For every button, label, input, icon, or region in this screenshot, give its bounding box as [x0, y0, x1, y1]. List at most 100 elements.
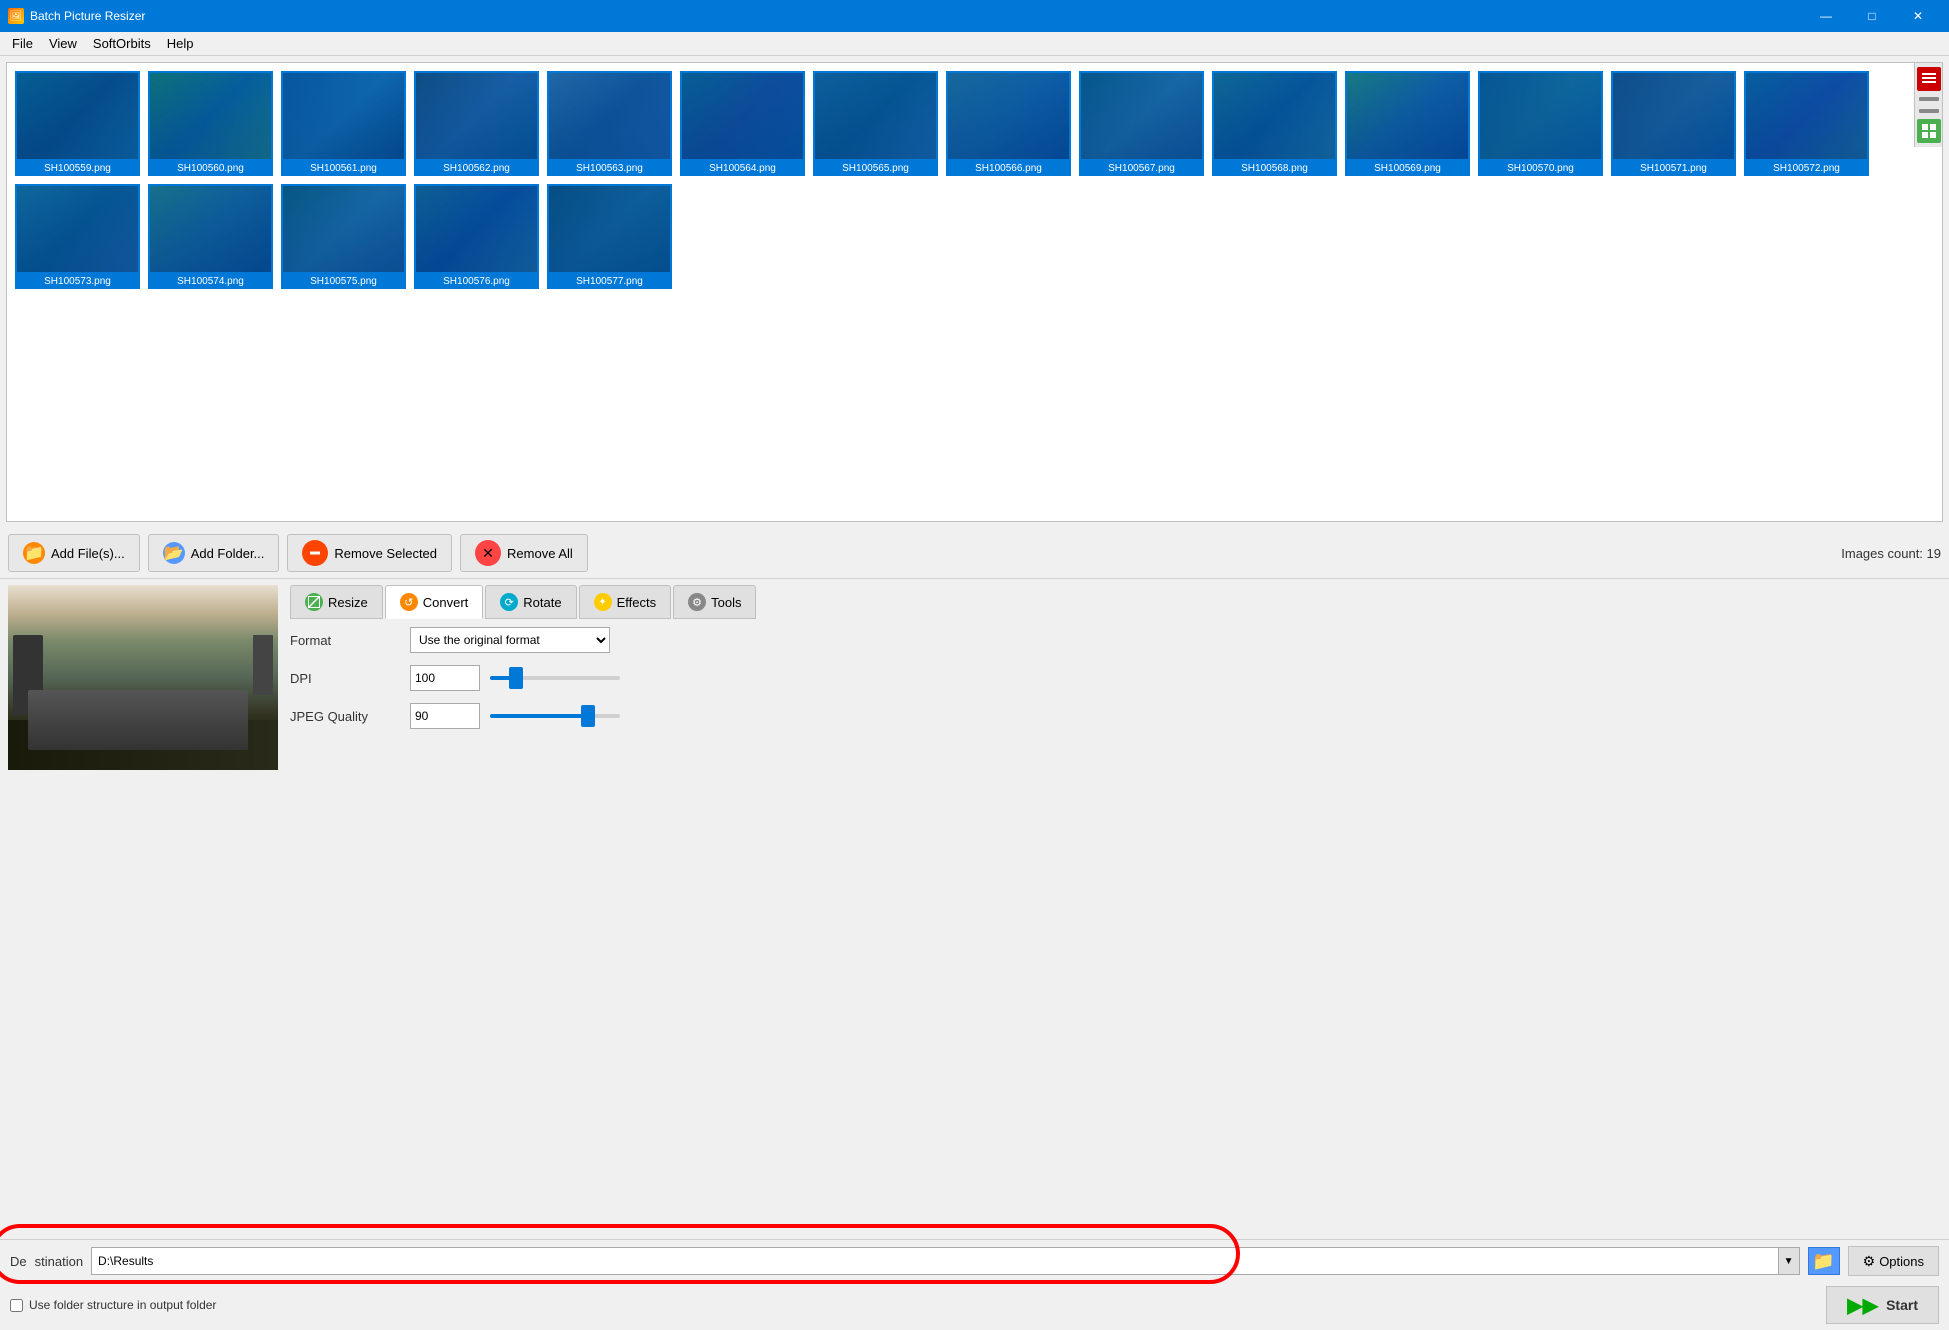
- list-item[interactable]: SH100561.png: [281, 71, 406, 176]
- thumbnail-label: SH100564.png: [680, 161, 805, 176]
- dpi-slider[interactable]: [490, 676, 620, 680]
- list-item[interactable]: SH100574.png: [148, 184, 273, 289]
- options-button[interactable]: ⚙ Options: [1848, 1246, 1939, 1276]
- start-button[interactable]: ▶▶ Start: [1826, 1286, 1939, 1324]
- list-item[interactable]: SH100565.png: [813, 71, 938, 176]
- sidebar-grid-view[interactable]: [1917, 119, 1941, 143]
- start-icon: ▶▶: [1847, 1293, 1878, 1318]
- format-select[interactable]: Use the original format JPEG PNG BMP TIF…: [410, 627, 610, 653]
- title-bar-left: 🖼 Batch Picture Resizer: [8, 8, 145, 24]
- app-icon: 🖼: [8, 8, 24, 24]
- image-grid: SH100559.png SH100560.png SH100561.png S…: [7, 63, 1942, 297]
- tab-tools[interactable]: ⚙ Tools: [673, 585, 756, 619]
- sidebar-list-view-2[interactable]: [1919, 97, 1939, 101]
- thumbnail-label: SH100567.png: [1079, 161, 1204, 176]
- jpeg-slider-fill: [490, 714, 588, 718]
- effects-icon: ✦: [594, 593, 612, 611]
- destination-dropdown-btn[interactable]: ▼: [1778, 1247, 1800, 1275]
- list-item[interactable]: SH100566.png: [946, 71, 1071, 176]
- dpi-input[interactable]: [410, 665, 480, 691]
- list-item[interactable]: SH100568.png: [1212, 71, 1337, 176]
- maximize-button[interactable]: □: [1849, 0, 1895, 32]
- destination-label: De: [10, 1254, 27, 1269]
- jpeg-slider[interactable]: [490, 714, 620, 718]
- thumbnail-label: SH100576.png: [414, 274, 539, 289]
- add-folder-button[interactable]: 📂 Add Folder...: [148, 534, 280, 572]
- menu-file[interactable]: File: [4, 34, 41, 53]
- tab-bar: Resize ↺ Convert ⟳ Rotate ✦: [290, 585, 1941, 619]
- minimize-button[interactable]: —: [1803, 0, 1849, 32]
- list-item[interactable]: SH100572.png: [1744, 71, 1869, 176]
- add-folder-label: Add Folder...: [191, 546, 265, 561]
- tab-resize[interactable]: Resize: [290, 585, 383, 619]
- convert-icon: ↺: [400, 593, 418, 611]
- images-count: Images count: 19: [1841, 546, 1941, 561]
- menu-view[interactable]: View: [41, 34, 85, 53]
- close-button[interactable]: ✕: [1895, 0, 1941, 32]
- options-label: Options: [1879, 1254, 1924, 1269]
- sidebar-list-view[interactable]: [1917, 67, 1941, 91]
- jpeg-slider-thumb[interactable]: [581, 705, 595, 727]
- jpeg-quality-label: JPEG Quality: [290, 709, 400, 724]
- toolbar: 📁 Add File(s)... 📂 Add Folder... Remove …: [0, 528, 1949, 579]
- remove-all-label: Remove All: [507, 546, 573, 561]
- menu-bar: File View SoftOrbits Help: [0, 32, 1949, 56]
- add-files-icon: 📁: [23, 542, 45, 564]
- add-files-button[interactable]: 📁 Add File(s)...: [8, 534, 140, 572]
- rotate-icon: ⟳: [500, 593, 518, 611]
- dpi-slider-track: [490, 676, 620, 680]
- footer-row: Use folder structure in output folder ▶▶…: [0, 1282, 1949, 1330]
- list-item[interactable]: SH100576.png: [414, 184, 539, 289]
- thumbnail-label: SH100569.png: [1345, 161, 1470, 176]
- destination-label-2: stination: [35, 1254, 83, 1269]
- list-item[interactable]: SH100577.png: [547, 184, 672, 289]
- list-item[interactable]: SH100570.png: [1478, 71, 1603, 176]
- remove-all-button[interactable]: ✕ Remove All: [460, 534, 588, 572]
- folder-structure-checkbox[interactable]: [10, 1299, 23, 1312]
- list-item[interactable]: SH100575.png: [281, 184, 406, 289]
- right-sidebar: [1914, 63, 1942, 147]
- tab-rotate[interactable]: ⟳ Rotate: [485, 585, 576, 619]
- thumbnail-label: SH100559.png: [15, 161, 140, 176]
- list-item[interactable]: SH100567.png: [1079, 71, 1204, 176]
- tab-effects-label: Effects: [617, 595, 657, 610]
- format-label: Format: [290, 633, 400, 648]
- dpi-slider-thumb[interactable]: [509, 667, 523, 689]
- thumbnail-label: SH100577.png: [547, 274, 672, 289]
- tab-effects[interactable]: ✦ Effects: [579, 585, 672, 619]
- thumbnail-label: SH100563.png: [547, 161, 672, 176]
- list-item[interactable]: SH100573.png: [15, 184, 140, 289]
- tab-convert[interactable]: ↺ Convert: [385, 585, 484, 619]
- thumbnail-label: SH100572.png: [1744, 161, 1869, 176]
- list-item[interactable]: SH100564.png: [680, 71, 805, 176]
- list-item[interactable]: SH100559.png: [15, 71, 140, 176]
- remove-selected-icon: [302, 540, 328, 566]
- sidebar-list-view-3[interactable]: [1919, 109, 1939, 113]
- menu-help[interactable]: Help: [159, 34, 202, 53]
- destination-bar: De stination ▼ 📁 ⚙ Options: [0, 1239, 1949, 1282]
- bottom-panel: Resize ↺ Convert ⟳ Rotate ✦: [0, 579, 1949, 1239]
- destination-input[interactable]: [91, 1247, 1800, 1275]
- list-item[interactable]: SH100562.png: [414, 71, 539, 176]
- tab-rotate-label: Rotate: [523, 595, 561, 610]
- remove-selected-button[interactable]: Remove Selected: [287, 534, 452, 572]
- thumbnail-label: SH100573.png: [15, 274, 140, 289]
- tab-tools-label: Tools: [711, 595, 741, 610]
- list-item[interactable]: SH100563.png: [547, 71, 672, 176]
- jpeg-slider-track: [490, 714, 620, 718]
- settings-panel: Resize ↺ Convert ⟳ Rotate ✦: [290, 585, 1941, 1233]
- thumbnail-label: SH100568.png: [1212, 161, 1337, 176]
- remove-all-icon: ✕: [475, 540, 501, 566]
- app-title: Batch Picture Resizer: [30, 9, 145, 23]
- preview-area: [8, 585, 278, 770]
- thumbnail-label: SH100566.png: [946, 161, 1071, 176]
- list-item[interactable]: SH100569.png: [1345, 71, 1470, 176]
- list-item[interactable]: SH100571.png: [1611, 71, 1736, 176]
- menu-softorbits[interactable]: SoftOrbits: [85, 34, 159, 53]
- jpeg-quality-input[interactable]: [410, 703, 480, 729]
- jpeg-quality-row: JPEG Quality: [290, 703, 1941, 729]
- title-bar-controls: — □ ✕: [1803, 0, 1941, 32]
- list-item[interactable]: SH100560.png: [148, 71, 273, 176]
- destination-browse-button[interactable]: 📁: [1808, 1247, 1840, 1275]
- folder-structure-label: Use folder structure in output folder: [29, 1298, 216, 1312]
